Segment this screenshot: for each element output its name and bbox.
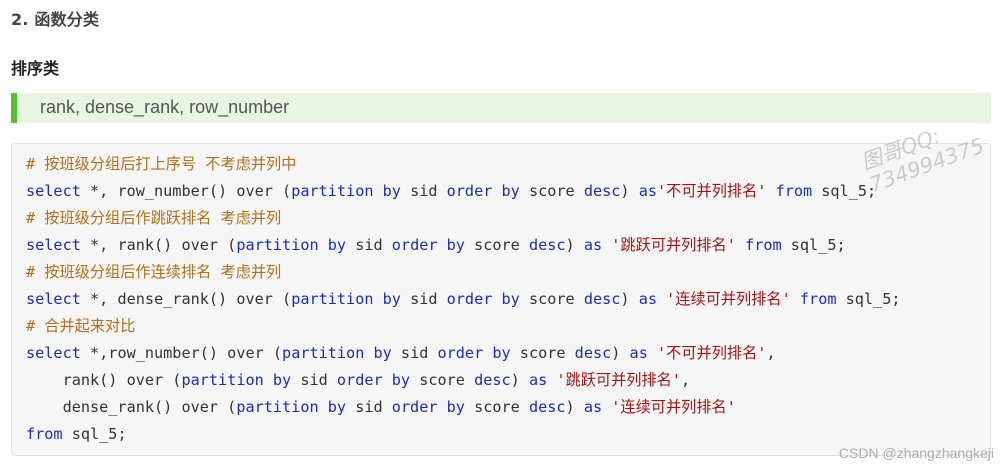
code-line: select *, dense_rank() over (partition b… <box>26 289 901 309</box>
code-keyword: partition by <box>282 344 392 362</box>
code-line: select *,row_number() over (partition by… <box>26 343 776 363</box>
code-keyword: order by <box>437 344 511 362</box>
code-keyword: as <box>638 182 657 200</box>
code-text: *, row_number() over ( <box>80 182 292 200</box>
code-text: , <box>681 371 691 389</box>
code-line: dense_rank() over (partition by sid orde… <box>26 397 736 417</box>
code-keyword: from <box>26 425 63 443</box>
code-text: *, dense_rank() over ( <box>80 290 292 308</box>
code-text: sql_5; <box>836 290 901 308</box>
code-comment: # 按班级分组后作跳跃排名 考虑并列 <box>26 209 282 227</box>
code-line: select *, row_number() over (partition b… <box>26 181 876 201</box>
code-keyword: order by <box>446 290 520 308</box>
code-keyword: order by <box>391 398 465 416</box>
code-comment: # 按班级分组后打上序号 不考虑并列中 <box>26 155 297 173</box>
code-text: *, rank() over ( <box>80 236 237 254</box>
code-line: # 合并起来对比 <box>26 316 135 336</box>
code-keyword: desc <box>583 182 621 200</box>
code-line: from sql_5; <box>26 424 127 444</box>
code-keyword: as <box>629 344 648 362</box>
code-text: sid <box>400 182 447 200</box>
code-keyword: desc <box>474 371 511 389</box>
code-text: score <box>410 371 475 389</box>
code-text: ) <box>611 344 630 362</box>
code-text: ) <box>565 236 584 254</box>
code-keyword: from <box>775 182 813 200</box>
code-text: score <box>510 344 575 362</box>
code-keyword: order by <box>446 182 520 200</box>
code-line: # 按班级分组后作连续排名 考虑并列 <box>26 262 281 282</box>
subheading: 排序类 <box>11 59 60 78</box>
code-text: sql_5; <box>781 236 846 254</box>
code-line: rank() over (partition by sid order by s… <box>26 370 691 390</box>
code-block: # 按班级分组后打上序号 不考虑并列中 select *, row_number(… <box>11 143 991 456</box>
code-keyword: desc <box>574 344 612 362</box>
code-text: ) <box>565 398 584 416</box>
code-comment: # 合并起来对比 <box>26 317 136 335</box>
code-keyword: order by <box>391 236 465 254</box>
code-comment: # 按班级分组后作连续排名 考虑并列 <box>26 263 282 281</box>
code-text: sid <box>346 398 392 416</box>
code-text: sid <box>346 236 392 254</box>
code-text: score <box>519 182 584 200</box>
code-keyword: from <box>745 236 782 254</box>
code-keyword: from <box>799 290 837 308</box>
code-text: score <box>464 398 529 416</box>
code-line: # 按班级分组后作跳跃排名 考虑并列 <box>26 208 281 228</box>
code-text: score <box>464 236 529 254</box>
code-text: ) <box>620 182 639 200</box>
code-text: dense_rank() over ( <box>26 398 237 416</box>
code-keyword: partition by <box>181 371 292 389</box>
code-keyword: partition by <box>236 398 347 416</box>
code-string: '跳跃可并列排名' <box>611 236 736 254</box>
code-text: score <box>519 290 584 308</box>
code-text: ) <box>510 371 529 389</box>
code-text: ) <box>620 290 639 308</box>
section-heading: 2. 函数分类 <box>11 10 100 29</box>
code-keyword: partition by <box>236 236 347 254</box>
code-string: '不可并列排名' <box>656 182 767 200</box>
code-string: '连续可并列排名' <box>611 398 736 416</box>
code-text: sid <box>391 344 438 362</box>
code-text: sql_5; <box>62 425 127 443</box>
footer-watermark: CSDN @zhangzhangkeji <box>838 445 994 461</box>
code-keyword: order by <box>336 371 411 389</box>
code-text: rank() over ( <box>26 371 182 389</box>
code-text: , <box>766 344 776 362</box>
code-string: '连续可并列排名' <box>666 290 791 308</box>
code-keyword: as <box>583 398 603 416</box>
code-keyword: as <box>583 236 603 254</box>
code-keyword: select <box>26 236 81 254</box>
code-text: sid <box>400 290 447 308</box>
code-keyword: as <box>638 290 657 308</box>
code-text: *,row_number() over ( <box>80 344 283 362</box>
code-string: '不可并列排名' <box>657 344 767 362</box>
code-line: select *, rank() over (partition by sid … <box>26 235 846 255</box>
code-keyword: desc <box>528 398 566 416</box>
code-keyword: desc <box>528 236 566 254</box>
code-text: sql_5; <box>812 182 877 200</box>
code-keyword: partition by <box>291 182 401 200</box>
code-keyword: as <box>528 371 548 389</box>
code-keyword: select <box>26 344 81 362</box>
code-keyword: partition by <box>291 290 401 308</box>
code-keyword: select <box>26 290 81 308</box>
code-keyword: select <box>26 182 81 200</box>
blockquote-text: rank, dense_rank, row_number <box>40 97 290 117</box>
code-keyword: desc <box>583 290 621 308</box>
blockquote: rank, dense_rank, row_number <box>11 93 991 123</box>
code-line: # 按班级分组后打上序号 不考虑并列中 <box>26 154 296 174</box>
code-text: sid <box>291 371 337 389</box>
code-string: '跳跃可并列排名' <box>556 371 682 389</box>
